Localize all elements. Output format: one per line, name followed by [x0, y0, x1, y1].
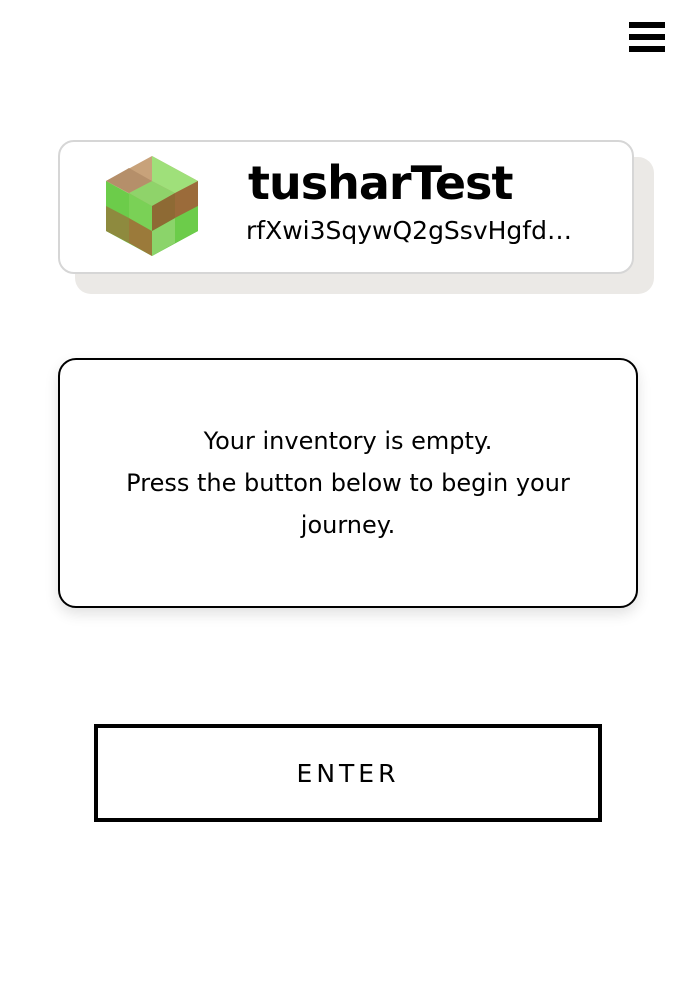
- inventory-instruction: Press the button below to begin your jou…: [126, 469, 570, 539]
- empty-inventory-panel: Your inventory is empty. Press the butto…: [58, 358, 638, 608]
- wallet-address: rfXwi3SqywQ2gSsvHgfdVs...: [246, 216, 582, 245]
- menu-bar-bottom: [629, 46, 665, 52]
- profile-card[interactable]: tusharTest rfXwi3SqywQ2gSsvHgfdVs...: [58, 140, 634, 274]
- inventory-empty-message: Your inventory is empty.: [203, 427, 493, 455]
- username: tusharTest: [248, 156, 513, 210]
- page: tusharTest rfXwi3SqywQ2gSsvHgfdVs... You…: [0, 0, 694, 992]
- enter-button[interactable]: ENTER: [94, 724, 602, 822]
- hex-cube-avatar-icon: [106, 156, 198, 256]
- hamburger-menu-icon[interactable]: [628, 20, 666, 54]
- menu-bar-top: [629, 22, 665, 28]
- menu-bar-middle: [629, 34, 665, 40]
